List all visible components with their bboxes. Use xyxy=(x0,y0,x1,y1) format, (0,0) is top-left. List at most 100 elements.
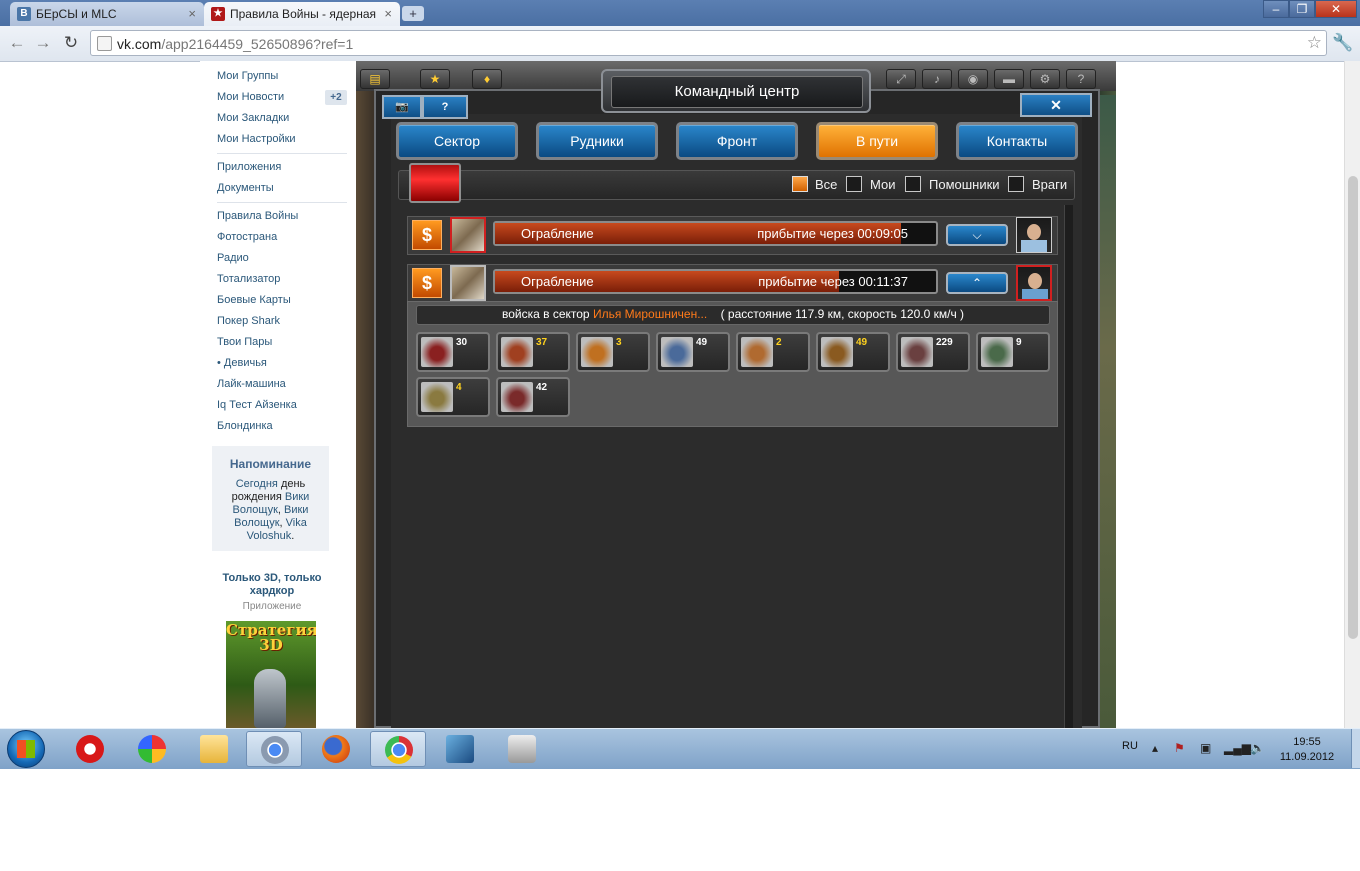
medal-icon[interactable]: ♦ xyxy=(472,69,502,89)
expand-button[interactable]: ⌵ xyxy=(946,224,1008,246)
target-avatar[interactable] xyxy=(1016,217,1052,253)
tray-alert-icon[interactable]: ⚑ xyxy=(1174,741,1185,755)
attacker-avatar[interactable] xyxy=(450,217,486,253)
app-link[interactable]: Iq Тест Айзенка xyxy=(217,399,297,411)
target-avatar[interactable] xyxy=(1016,265,1052,301)
unit-tile[interactable]: 37 xyxy=(496,332,570,372)
filter-all-checkbox[interactable] xyxy=(792,176,808,192)
app-link[interactable]: Твои Пары xyxy=(217,336,272,348)
tray-network-icon[interactable]: ▂▄▆ xyxy=(1224,741,1251,755)
minimize-icon[interactable]: – xyxy=(1263,0,1289,18)
app-link[interactable]: Блондинка xyxy=(217,420,273,432)
back-icon[interactable]: ← xyxy=(6,32,28,54)
app-link[interactable]: Лайк-машина xyxy=(217,378,286,390)
unit-tile[interactable]: 42 xyxy=(496,377,570,417)
unit-tile[interactable]: 4 xyxy=(416,377,490,417)
today-link[interactable]: Сегодня xyxy=(236,478,278,490)
unit-tile[interactable]: 229 xyxy=(896,332,970,372)
unit-tile[interactable]: 3 xyxy=(576,332,650,372)
help-button[interactable]: ? xyxy=(422,95,468,119)
star-icon[interactable]: ★ xyxy=(420,69,450,89)
scrollbar-thumb[interactable] xyxy=(1348,176,1358,639)
filter-helpers-checkbox[interactable] xyxy=(905,176,921,192)
menu-my-bookmarks[interactable]: Мои Закладки xyxy=(217,112,289,124)
tab-in-transit[interactable]: В пути xyxy=(816,122,938,160)
tab-contacts[interactable]: Контакты xyxy=(956,122,1078,160)
eye-icon[interactable]: ◉ xyxy=(958,69,988,89)
language-indicator[interactable]: RU xyxy=(1122,740,1138,752)
wrench-icon[interactable]: 🔧 xyxy=(1332,32,1354,54)
movement-type: Ограбление xyxy=(521,274,594,289)
menu-documents[interactable]: Документы xyxy=(217,182,274,194)
arrival-time: прибытие через 00:11:37 xyxy=(758,274,908,289)
unit-tile[interactable]: 2 xyxy=(736,332,810,372)
close-icon[interactable]: × xyxy=(384,6,392,21)
fullscreen-icon[interactable]: ⤢ xyxy=(886,69,916,89)
taskbar-camera[interactable] xyxy=(494,731,550,767)
start-button[interactable] xyxy=(7,730,45,768)
unit-tile[interactable]: 49 xyxy=(656,332,730,372)
browser-tab-2[interactable]: ★ Правила Войны - ядерная × xyxy=(204,2,400,26)
app-link[interactable]: Радио xyxy=(217,252,249,264)
ad-image[interactable]: Стратегия 3D xyxy=(226,621,316,728)
close-icon[interactable]: ✕ xyxy=(1315,0,1357,18)
movement-type: Ограбление xyxy=(521,226,594,241)
taskbar-opera[interactable] xyxy=(62,731,118,767)
page-scrollbar[interactable]: ▲ xyxy=(1344,61,1360,728)
close-icon[interactable]: × xyxy=(188,6,196,21)
ad-title[interactable]: Только 3D, только хардкор xyxy=(212,572,332,598)
tab-sector[interactable]: Сектор xyxy=(396,122,518,160)
filter-mine-checkbox[interactable] xyxy=(846,176,862,192)
flag-icon[interactable]: ▬ xyxy=(994,69,1024,89)
filter-enemies-checkbox[interactable] xyxy=(1008,176,1024,192)
taskbar-picasa[interactable] xyxy=(124,731,180,767)
tab-front[interactable]: Фронт xyxy=(676,122,798,160)
app-link[interactable]: Правила Войны xyxy=(217,210,298,222)
address-bar[interactable]: vk.com/app2164459_52650896?ref=1 ☆ xyxy=(90,30,1327,56)
clock[interactable]: 19:55 11.09.2012 xyxy=(1272,735,1342,765)
app-link[interactable]: Покер Shark xyxy=(217,315,280,327)
game-toolbar-icon[interactable]: ▤ xyxy=(360,69,390,89)
bookmark-star-icon[interactable]: ☆ xyxy=(1307,33,1322,53)
unit-icon xyxy=(821,337,853,367)
menu-my-news[interactable]: Мои Новости xyxy=(217,91,284,103)
camera-button[interactable]: 📷 xyxy=(382,95,422,119)
browser-tab-bar: B БЕрСЫ и MLC × ★ Правила Войны - ядерна… xyxy=(0,0,1360,26)
forward-icon[interactable]: → xyxy=(32,32,54,54)
collapse-button[interactable]: ⌃ xyxy=(946,272,1008,294)
reload-icon[interactable]: ↻ xyxy=(60,32,82,54)
new-tab-button[interactable]: + xyxy=(402,6,424,21)
app-link[interactable]: Боевые Карты xyxy=(217,294,291,306)
menu-apps[interactable]: Приложения xyxy=(217,161,281,173)
taskbar-chrome-1[interactable] xyxy=(246,731,302,767)
tab-mines[interactable]: Рудники xyxy=(536,122,658,160)
close-panel-button[interactable]: ✕ xyxy=(1020,93,1092,117)
unit-tile[interactable]: 9 xyxy=(976,332,1050,372)
target-sector-link[interactable]: Илья Мирошничен... xyxy=(593,307,707,321)
menu-my-groups[interactable]: Мои Группы xyxy=(217,70,278,82)
taskbar-explorer[interactable] xyxy=(186,731,242,767)
help-icon[interactable]: ? xyxy=(1066,69,1096,89)
menu-my-settings[interactable]: Мои Настройки xyxy=(217,133,296,145)
unit-tile[interactable]: 30 xyxy=(416,332,490,372)
tray-device-icon[interactable]: ▣ xyxy=(1200,741,1211,755)
red-alert-button[interactable] xyxy=(409,163,461,203)
tray-expand-icon[interactable]: ▴ xyxy=(1152,741,1158,755)
attacker-avatar[interactable] xyxy=(450,265,486,301)
maximize-icon[interactable]: ❐ xyxy=(1289,0,1315,18)
unit-tile[interactable]: 49 xyxy=(816,332,890,372)
taskbar-chrome-2[interactable] xyxy=(370,731,426,767)
tray-volume-icon[interactable]: 🔈 xyxy=(1250,741,1265,755)
settings-icon[interactable]: ⚙ xyxy=(1030,69,1060,89)
list-scrollbar[interactable] xyxy=(1064,205,1073,728)
unit-icon xyxy=(661,337,693,367)
browser-tab-1[interactable]: B БЕрСЫ и MLC × xyxy=(10,2,204,26)
taskbar-monitor[interactable] xyxy=(432,731,488,767)
app-link[interactable]: Фотострана xyxy=(217,231,277,243)
show-desktop-button[interactable] xyxy=(1351,729,1360,768)
ad-subtitle: Приложение xyxy=(242,601,302,612)
app-link[interactable]: Тотализатор xyxy=(217,273,280,285)
taskbar-firefox[interactable] xyxy=(308,731,364,767)
sound-icon[interactable]: ♪ xyxy=(922,69,952,89)
app-link[interactable]: • Девичья xyxy=(217,357,267,369)
